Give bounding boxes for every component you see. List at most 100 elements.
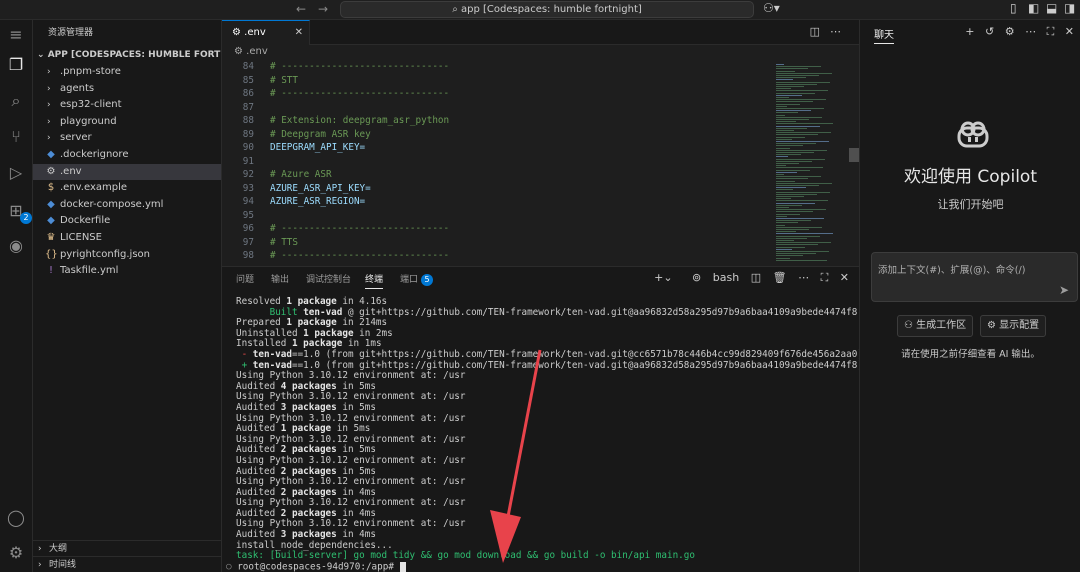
toggle-sidebar-icon[interactable]: ◧ bbox=[1028, 1, 1039, 15]
code-line: 89 # Deepgram ASR key bbox=[222, 128, 774, 142]
minimap[interactable] bbox=[774, 60, 859, 266]
forward-arrow-icon[interactable]: → bbox=[318, 2, 328, 16]
generate-workspace-button[interactable]: ⚇ 生成工作区 bbox=[897, 315, 974, 337]
minimap-line bbox=[776, 213, 800, 215]
minimap-line bbox=[776, 248, 792, 250]
minimap-line bbox=[776, 101, 813, 103]
minimap-line bbox=[776, 242, 831, 244]
tree-item[interactable]: ⚙ .env bbox=[33, 163, 221, 181]
command-center-search[interactable]: ⌕ app [Codespaces: humble fortnight] bbox=[340, 1, 754, 18]
chat-tab[interactable]: 聊天 bbox=[874, 26, 894, 44]
menu-icon[interactable]: ≡ bbox=[5, 24, 27, 46]
code-line: 92 # Azure ASR bbox=[222, 168, 774, 182]
tree-item[interactable]: › esp32-client bbox=[33, 97, 221, 114]
code-text: # ------------------------------ bbox=[270, 61, 450, 72]
run-debug-icon[interactable]: ▷ bbox=[5, 162, 27, 184]
minimap-line bbox=[776, 257, 790, 259]
tree-item-label: .pnpm-store bbox=[60, 66, 121, 77]
minimap-line bbox=[776, 169, 810, 171]
layout-controls-icon[interactable]: ▯ bbox=[1010, 1, 1017, 15]
breadcrumb[interactable]: ⚙ .env bbox=[222, 45, 859, 59]
minimap-line bbox=[776, 94, 802, 96]
maximize-icon[interactable]: ⛶ bbox=[1047, 25, 1055, 38]
minimap-line bbox=[776, 77, 806, 79]
timeline-section[interactable]: › 时间线 bbox=[33, 556, 222, 572]
annotation-arrow-head bbox=[490, 510, 521, 563]
minimap-line bbox=[776, 108, 824, 109]
extensions-badge: 2 bbox=[20, 212, 32, 224]
tree-item[interactable]: $ .env.example bbox=[33, 180, 221, 197]
tree-item[interactable]: › playground bbox=[33, 114, 221, 131]
copilot-menu-icon[interactable]: ⚇▾ bbox=[763, 1, 780, 15]
tree-item[interactable]: › .pnpm-store bbox=[33, 64, 221, 81]
tree-item[interactable]: ♛ LICENSE bbox=[33, 230, 221, 247]
minimap-line bbox=[776, 154, 801, 156]
source-control-icon[interactable]: ⑂ bbox=[5, 126, 27, 148]
minimap-line bbox=[776, 233, 833, 235]
more-actions-icon[interactable]: ⋯ bbox=[1025, 25, 1036, 38]
code-line: 90 DEEPGRAM_API_KEY= bbox=[222, 141, 774, 155]
close-icon[interactable]: ✕ bbox=[295, 21, 303, 44]
tree-item[interactable]: › agents bbox=[33, 81, 221, 98]
minimap-line bbox=[776, 259, 827, 261]
command-center-label: app [Codespaces: humble fortnight] bbox=[461, 4, 642, 15]
tab-label: .env bbox=[244, 27, 266, 38]
search-icon[interactable]: ⌕ bbox=[5, 90, 27, 112]
minimap-line bbox=[776, 110, 811, 112]
code-line: 88 # Extension: deepgram_asr_python bbox=[222, 114, 774, 128]
chat-welcome-title: 欢迎使用 Copilot bbox=[904, 167, 1037, 187]
more-actions-icon[interactable]: ⋯ bbox=[830, 25, 851, 38]
minimap-line bbox=[776, 149, 827, 151]
chevron-right-icon: › bbox=[47, 116, 51, 127]
minimap-line bbox=[776, 253, 816, 255]
minimap-line bbox=[776, 209, 826, 211]
minimap-line bbox=[776, 231, 796, 233]
split-editor-icon[interactable]: ◫ bbox=[810, 25, 830, 38]
tree-item-label: agents bbox=[60, 82, 95, 94]
workspace-root[interactable]: ⌄ APP [CODESPACES: HUMBLE FORTNIGHT] bbox=[33, 46, 221, 64]
history-icon[interactable]: ↺ bbox=[985, 25, 994, 38]
tab-env[interactable]: ⚙ .env ✕ bbox=[222, 20, 310, 45]
minimap-line bbox=[776, 116, 822, 118]
dollar-icon: $ bbox=[47, 182, 55, 194]
settings-gear-icon[interactable]: ⚙ bbox=[1005, 25, 1015, 38]
docker-icon: ◆ bbox=[47, 198, 55, 210]
editor-scrollbar[interactable] bbox=[849, 148, 859, 162]
chat-actions: + ↺ ⚙ ⋯ ⛶ ✕ bbox=[958, 25, 1074, 39]
tree-item[interactable]: ! Taskfile.yml bbox=[33, 263, 221, 280]
tree-item[interactable]: ◆ docker-compose.yml bbox=[33, 197, 221, 214]
line-number: 92 bbox=[242, 169, 254, 180]
minimap-line bbox=[776, 141, 829, 142]
outline-section[interactable]: › 大纲 bbox=[33, 540, 222, 556]
code-text: # ------------------------------ bbox=[270, 88, 450, 99]
minimap-line bbox=[776, 97, 789, 98]
minimap-line bbox=[776, 99, 826, 101]
chat-input[interactable]: 添加上下文(#)、扩展(@)、命令(/) ➤ bbox=[871, 252, 1078, 302]
tree-item[interactable]: › server bbox=[33, 130, 221, 147]
docker-icon: ◆ bbox=[47, 148, 55, 160]
github-icon[interactable]: ◉ bbox=[5, 235, 27, 257]
settings-gear-icon[interactable]: ⚙ bbox=[5, 542, 27, 564]
chat-header: 聊天 + ↺ ⚙ ⋯ ⛶ ✕ bbox=[860, 20, 1080, 47]
line-number: 98 bbox=[242, 250, 254, 261]
tree-item-label: .env.example bbox=[60, 182, 128, 194]
tree-item[interactable]: ◆ .dockerignore bbox=[33, 147, 221, 164]
minimap-line bbox=[776, 193, 817, 195]
show-config-button[interactable]: ⚙ 显示配置 bbox=[980, 315, 1047, 337]
send-icon[interactable]: ➤ bbox=[1059, 283, 1069, 297]
toggle-panel-icon[interactable]: ⬓ bbox=[1046, 1, 1057, 15]
minimap-line bbox=[776, 123, 833, 125]
tree-item[interactable]: {} pyrightconfig.json bbox=[33, 247, 221, 264]
back-arrow-icon[interactable]: ← bbox=[296, 2, 306, 16]
new-chat-icon[interactable]: + bbox=[965, 25, 974, 38]
minimap-line bbox=[776, 75, 819, 76]
tree-item[interactable]: ◆ Dockerfile bbox=[33, 213, 221, 230]
close-icon[interactable]: ✕ bbox=[1065, 25, 1074, 38]
line-number: 84 bbox=[242, 61, 254, 72]
account-icon[interactable]: ◯ bbox=[5, 507, 27, 529]
toggle-secondary-sidebar-icon[interactable]: ◨ bbox=[1064, 1, 1075, 15]
extensions-icon[interactable]: ⊞ 2 bbox=[5, 200, 32, 224]
line-number: 87 bbox=[242, 101, 254, 113]
code-editor[interactable]: 84 # ------------------------------ 85 # ST… bbox=[222, 60, 774, 266]
explorer-icon[interactable]: ❐ bbox=[5, 54, 27, 76]
